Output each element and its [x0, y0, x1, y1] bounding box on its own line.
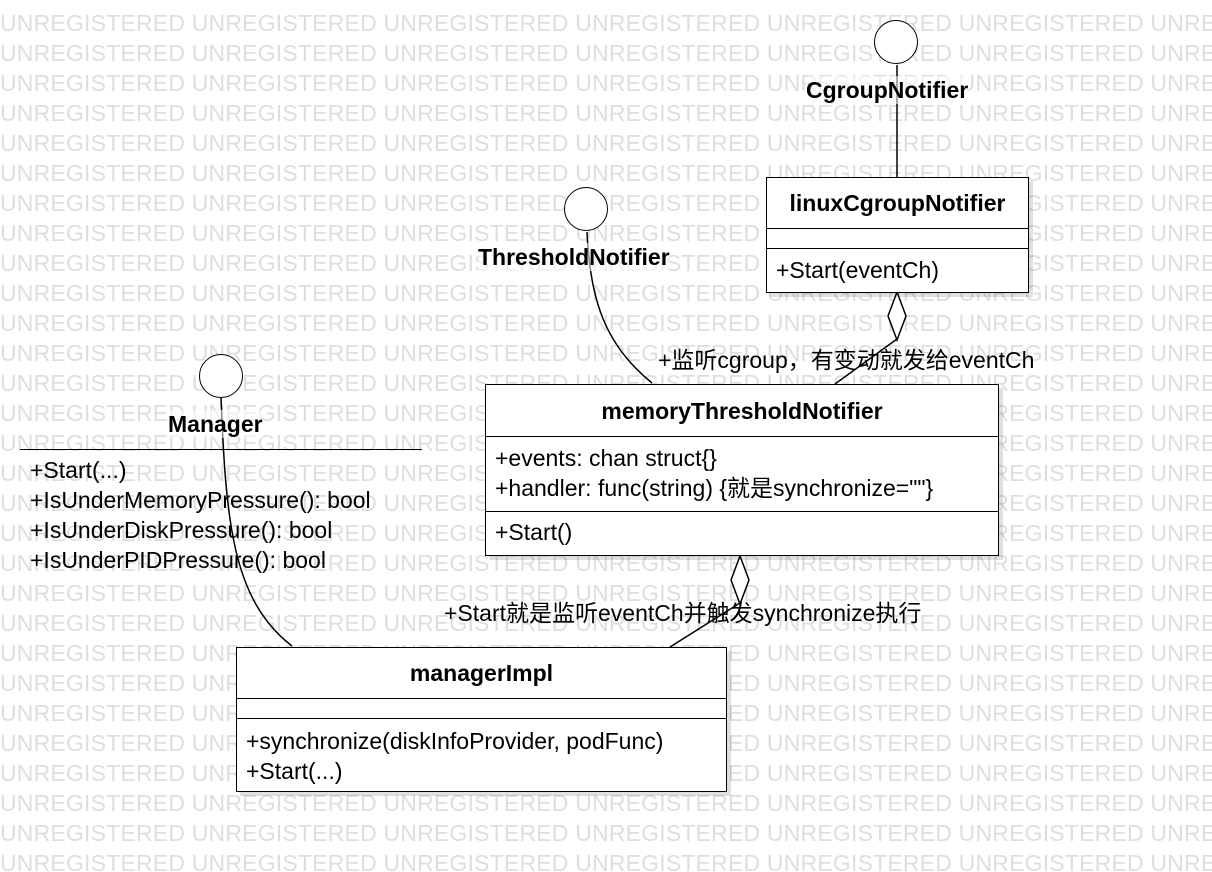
cgroup-notifier-interface-icon	[874, 20, 918, 64]
linux-cgroup-notifier-class[interactable]: linuxCgroupNotifier +Start(eventCh)	[766, 177, 1029, 293]
threshold-association-label: +Start就是监听eventCh并触发synchronize执行	[444, 600, 922, 626]
interface-operation: +Start(...)	[30, 457, 127, 483]
manager-interface-name: Manager	[168, 410, 263, 438]
cgroup-association-label: +监听cgroup，有变动就发给eventCh	[658, 347, 1035, 373]
class-attribute: +events: chan struct{}	[495, 445, 717, 471]
memory-threshold-notifier-operations: +Start()	[486, 512, 998, 547]
threshold-aggregation-diamond	[730, 553, 750, 607]
memory-threshold-notifier-class[interactable]: memoryThresholdNotifier +events: chan st…	[485, 384, 999, 556]
manager-interface-divider	[20, 449, 422, 450]
manager-impl-attributes	[237, 699, 726, 719]
memory-threshold-notifier-attributes: +events: chan struct{} +handler: func(str…	[486, 437, 998, 512]
interface-operation: +IsUnderMemoryPressure(): bool	[30, 487, 371, 513]
manager-interface-operations: +Start(...) +IsUnderMemoryPressure(): boo…	[30, 455, 371, 575]
memory-threshold-notifier-class-name: memoryThresholdNotifier	[486, 385, 998, 437]
class-operation: +Start()	[495, 519, 573, 545]
linux-cgroup-notifier-operations: +Start(eventCh)	[767, 249, 1028, 285]
uml-class-diagram: UNREGISTERED UNREGISTERED UNREGISTERED U…	[0, 0, 1212, 872]
class-attribute: +handler: func(string) {就是synchronize=""…	[495, 475, 934, 501]
manager-impl-class-name: managerImpl	[237, 648, 726, 699]
cgroup-aggregation-diamond	[887, 289, 907, 343]
interface-operation: +IsUnderDiskPressure(): bool	[30, 517, 333, 543]
linux-cgroup-notifier-attributes	[767, 229, 1028, 249]
linux-cgroup-notifier-class-name: linuxCgroupNotifier	[767, 178, 1028, 229]
interface-operation: +IsUnderPIDPressure(): bool	[30, 547, 326, 573]
threshold-notifier-interface-name: ThresholdNotifier	[478, 243, 670, 271]
threshold-notifier-interface-icon	[564, 187, 608, 231]
class-operation: +Start(...)	[246, 758, 343, 784]
manager-impl-class[interactable]: managerImpl +synchronize(diskInfoProvide…	[236, 647, 727, 792]
class-operation: +Start(eventCh)	[776, 257, 939, 283]
manager-interface-icon	[199, 354, 243, 398]
class-operation: +synchronize(diskInfoProvider, podFunc)	[246, 728, 664, 754]
manager-impl-operations: +synchronize(diskInfoProvider, podFunc) +…	[237, 719, 726, 786]
cgroup-notifier-interface-name: CgroupNotifier	[806, 76, 969, 104]
